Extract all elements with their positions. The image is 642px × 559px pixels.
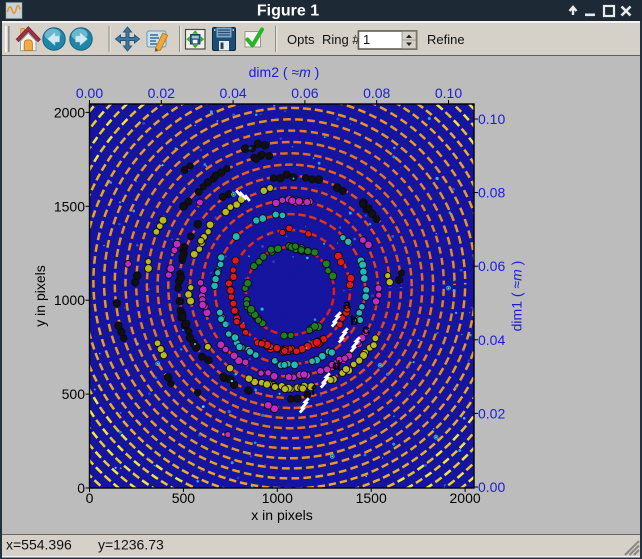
svg-text:c: c [362, 321, 370, 337]
svg-text:0.06: 0.06 [291, 85, 318, 101]
svg-text:500: 500 [62, 386, 86, 402]
svg-text:0.06: 0.06 [478, 258, 505, 274]
svg-text:2000: 2000 [54, 104, 85, 120]
svg-text:0.08: 0.08 [363, 85, 390, 101]
svg-text:0.02: 0.02 [478, 405, 505, 421]
svg-text:0.10: 0.10 [478, 111, 505, 127]
svg-text:1000: 1000 [262, 490, 293, 506]
svg-text:x in pixels: x in pixels [251, 507, 312, 523]
svg-text:Refine: Refine [427, 32, 465, 47]
svg-text:dim1 ( ≈m ): dim1 ( ≈m ) [509, 261, 525, 332]
svg-text:0.08: 0.08 [478, 185, 505, 201]
svg-text:500: 500 [172, 490, 196, 506]
svg-text:0.10: 0.10 [435, 85, 462, 101]
svg-text:x=554.396: x=554.396 [6, 537, 72, 553]
svg-text:2000: 2000 [450, 490, 481, 506]
svg-text:1500: 1500 [356, 490, 387, 506]
svg-text:y in pixels: y in pixels [32, 265, 48, 326]
svg-text:1: 1 [363, 32, 370, 47]
svg-text:0.04: 0.04 [219, 85, 246, 101]
svg-text:Ring #: Ring # [322, 32, 360, 47]
svg-text:f: f [311, 382, 316, 398]
svg-text:0: 0 [77, 480, 85, 496]
svg-text:0.00: 0.00 [478, 479, 505, 495]
svg-text:0.00: 0.00 [76, 85, 103, 101]
svg-text:Figure 1: Figure 1 [257, 3, 319, 20]
svg-text:d: d [332, 357, 341, 373]
svg-text:Opts: Opts [287, 32, 315, 47]
svg-text:0: 0 [86, 490, 94, 506]
svg-text:1000: 1000 [54, 292, 85, 308]
svg-text:dim2 ( ≈m ): dim2 ( ≈m ) [249, 64, 320, 80]
svg-text:b: b [350, 312, 359, 328]
svg-text:0.04: 0.04 [478, 332, 505, 348]
svg-text:a: a [343, 296, 351, 312]
svg-text:0.02: 0.02 [148, 85, 175, 101]
svg-text:1500: 1500 [54, 198, 85, 214]
svg-text:y=1236.73: y=1236.73 [98, 537, 164, 553]
